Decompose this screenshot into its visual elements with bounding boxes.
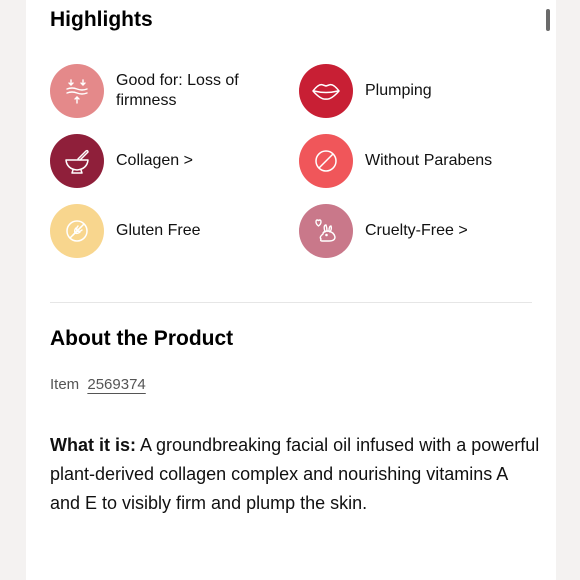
highlight-collagen[interactable]: Collagen >	[50, 133, 193, 189]
scrollbar[interactable]	[546, 9, 550, 31]
highlight-firmness: Good for: Loss of firmness	[50, 63, 256, 119]
section-divider	[50, 302, 532, 303]
highlight-cruelty-free[interactable]: Cruelty-Free >	[299, 203, 468, 259]
highlight-label: Gluten Free	[116, 222, 201, 239]
lips-icon	[299, 64, 353, 118]
collagen-link[interactable]: Collagen >	[116, 151, 193, 171]
highlight-label: Good for: Loss of firmness	[116, 72, 239, 109]
highlight-label: Without Parabens	[365, 152, 493, 169]
highlight-label: Plumping	[365, 82, 432, 99]
what-it-is-label: What it is:	[50, 435, 136, 455]
item-number-line: Item 2569374	[50, 376, 146, 393]
bunny-heart-icon	[299, 204, 353, 258]
prohibited-icon	[299, 134, 353, 188]
highlights-heading: Highlights	[50, 8, 153, 31]
highlight-gluten-free: Gluten Free	[50, 203, 200, 259]
item-label: Item	[50, 376, 80, 393]
highlight-without-parabens: Without Parabens	[299, 133, 492, 189]
highlight-plumping: Plumping	[299, 63, 432, 119]
item-number: 2569374	[87, 376, 146, 393]
about-product-heading: About the Product	[50, 327, 234, 350]
cruelty-free-link[interactable]: Cruelty-Free >	[365, 221, 468, 241]
mortar-pestle-icon	[50, 134, 104, 188]
wheat-crossed-icon	[50, 204, 104, 258]
firmness-arrows-icon	[50, 64, 104, 118]
product-description: What it is: A groundbreaking facial oil …	[50, 431, 540, 518]
product-details-panel: Highlights Good for: Loss of firmness Pl…	[26, 0, 556, 580]
